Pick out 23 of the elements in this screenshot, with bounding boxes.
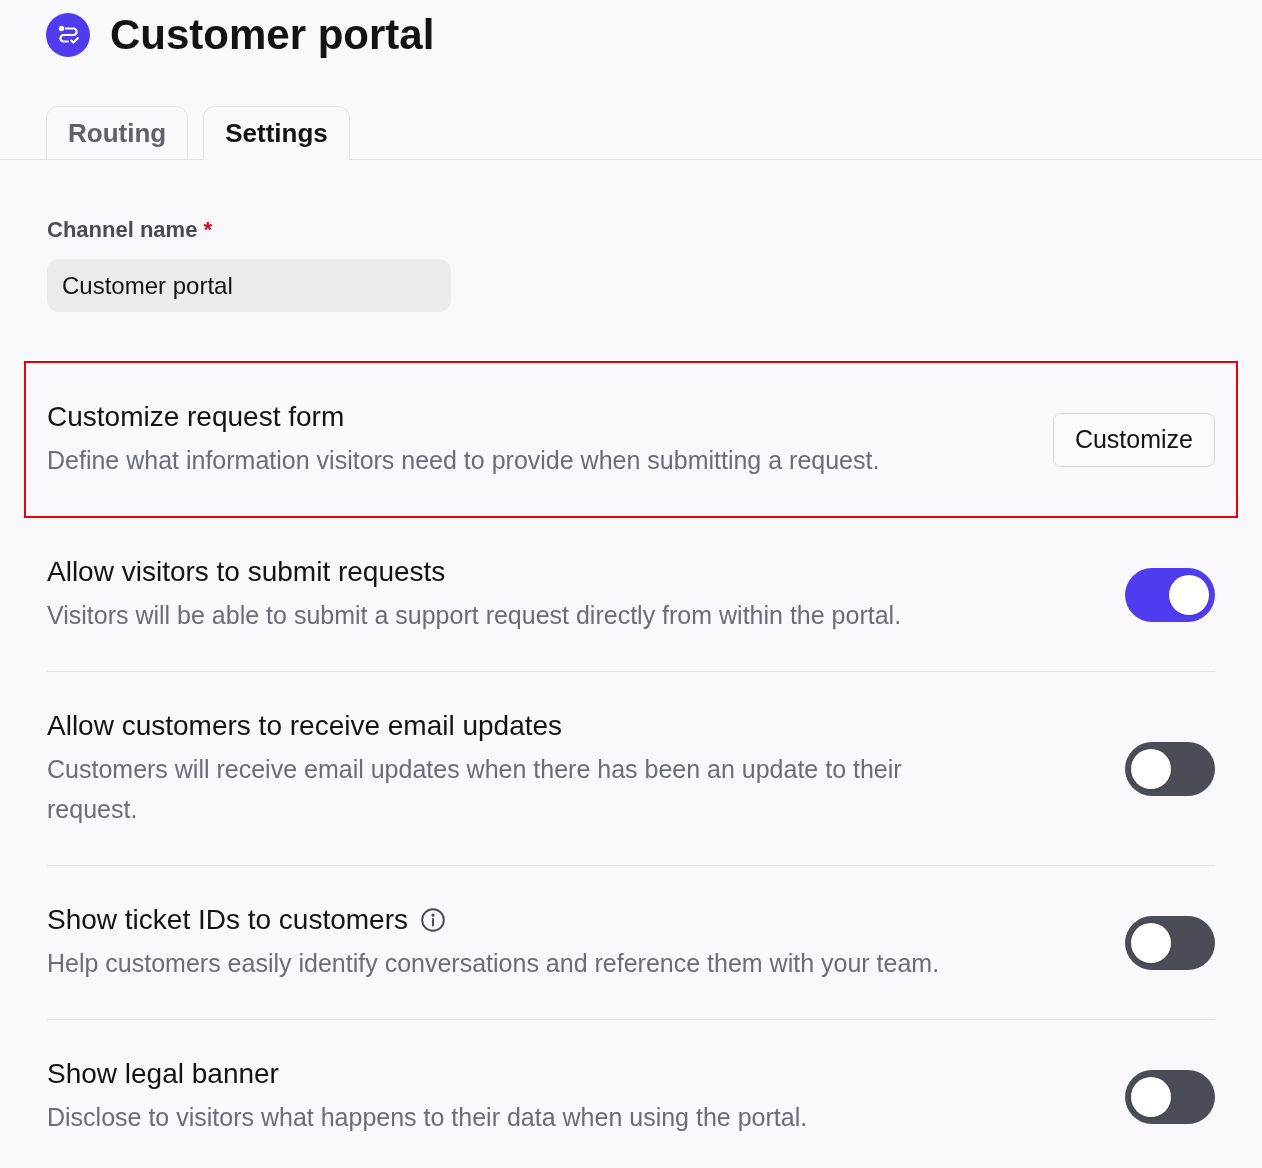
setting-description: Visitors will be able to submit a support request directly from within the portal.	[47, 600, 902, 631]
toggle-switch[interactable]	[1125, 567, 1215, 622]
required-mark: *	[203, 216, 212, 244]
setting-title: Show legal banner	[47, 1057, 279, 1091]
toggle-switch[interactable]	[1125, 915, 1215, 970]
setting-description: Disclose to visitors what happens to their data when using the portal.	[47, 1102, 808, 1133]
route-check-icon	[46, 13, 90, 57]
setting-description: Define what information visitors need to provide when submitting a request.	[47, 445, 880, 476]
setting-description: Customers will receive email updates when there has been an update to their request.	[47, 754, 903, 825]
page-title: Customer portal	[110, 14, 435, 56]
toggle-switch[interactable]	[1125, 741, 1215, 796]
field-label: Channel name	[47, 216, 198, 244]
tab[interactable]: Settings	[203, 106, 350, 160]
toggle-switch[interactable]	[1125, 1069, 1215, 1124]
info-icon[interactable]	[420, 907, 446, 933]
setting-description: Help customers easily identify conversations and reference them with your team.	[47, 948, 940, 979]
setting-title: Allow customers to receive email updates	[47, 709, 563, 743]
setting-title: Allow visitors to submit requests	[47, 555, 446, 589]
customize-button[interactable]: Customize	[1052, 412, 1215, 467]
setting-title: Customize request form	[47, 400, 345, 434]
tab[interactable]: Routing	[46, 106, 189, 160]
setting-title: Show ticket IDs to customers	[47, 903, 408, 937]
channel-name-field[interactable]: Customer portal	[47, 259, 451, 312]
